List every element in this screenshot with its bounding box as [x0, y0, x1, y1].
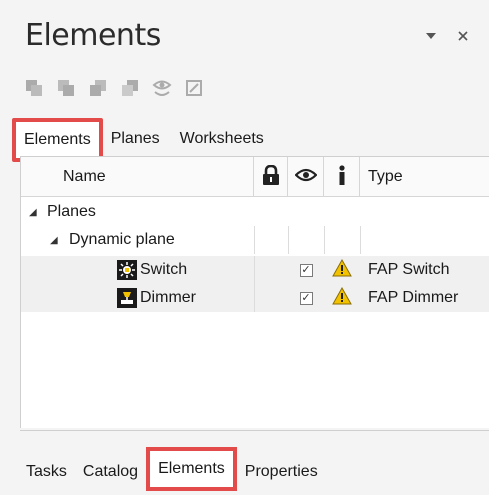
bring-to-front-icon[interactable]: [24, 78, 44, 98]
send-backward-icon[interactable]: [88, 78, 108, 98]
elements-grid: Name Type ◢ Planes ◢ Dynamic plane Switc…: [20, 156, 489, 428]
table-row[interactable]: Switch ✓ FAP Switch: [21, 256, 489, 284]
row-visibility-cell: ✓: [288, 284, 324, 312]
bottom-tabs: Tasks Catalog Elements Properties: [18, 447, 326, 492]
close-icon[interactable]: [455, 28, 471, 44]
info-icon: [337, 164, 347, 190]
edit-properties-icon[interactable]: [184, 78, 204, 98]
row-name-cell: Switch: [21, 256, 254, 284]
title-controls: [423, 28, 471, 44]
column-header-visibility[interactable]: [288, 157, 324, 197]
visibility-checkbox[interactable]: ✓: [299, 291, 313, 305]
row-name-cell: ◢ Dynamic plane: [21, 226, 254, 254]
row-name-cell: ◢ Planes: [21, 198, 254, 226]
table-row[interactable]: Dimmer ✓ FAP Dimmer: [21, 284, 489, 312]
row-visibility-cell: [288, 226, 324, 254]
row-lock-cell: [254, 256, 288, 284]
row-type-cell: FAP Dimmer: [368, 289, 459, 306]
tab-worksheets[interactable]: Worksheets: [168, 120, 272, 158]
warning-icon: [332, 258, 352, 282]
tab-properties[interactable]: Properties: [237, 452, 326, 492]
toolbar: [24, 78, 204, 98]
column-header-type[interactable]: Type: [360, 157, 489, 197]
bottom-separator: [20, 430, 489, 431]
tab-elements-bottom[interactable]: Elements: [146, 447, 237, 491]
column-header-info[interactable]: [324, 157, 360, 197]
lock-icon: [262, 164, 280, 190]
send-to-back-icon[interactable]: [120, 78, 140, 98]
row-type-cell: [360, 226, 489, 254]
row-type-cell: [254, 198, 489, 226]
tree-node-label: Dimmer: [140, 289, 196, 306]
eye-icon: [293, 168, 318, 187]
column-header-name[interactable]: Name: [21, 157, 254, 197]
dimmer-element-icon: [117, 288, 137, 313]
top-tabs: Elements Planes Worksheets: [12, 118, 272, 162]
row-name-cell: Dimmer: [21, 284, 254, 312]
tab-catalog[interactable]: Catalog: [75, 452, 146, 492]
switch-element-icon: [117, 260, 137, 285]
row-lock-cell: [254, 226, 288, 254]
tree-node-label: Switch: [140, 261, 188, 278]
bring-forward-icon[interactable]: [56, 78, 76, 98]
warning-icon: [332, 286, 352, 310]
dropdown-arrow-icon[interactable]: [423, 28, 439, 44]
tree-node-label: Dynamic plane: [69, 231, 175, 248]
column-header-lock[interactable]: [254, 157, 288, 197]
row-info-cell: [324, 284, 360, 312]
collapse-arrow-icon[interactable]: ◢: [29, 207, 37, 218]
grid-header: Name Type: [21, 157, 489, 197]
table-row[interactable]: ◢ Dynamic plane: [21, 226, 489, 254]
row-info-cell: [324, 256, 360, 284]
elements-panel: Elements Elements Planes Worksheets Name…: [0, 0, 489, 495]
panel-title: Elements: [25, 18, 161, 53]
tree-node-label: Planes: [47, 203, 96, 220]
row-lock-cell: [254, 284, 288, 312]
row-type-cell: FAP Switch: [368, 261, 450, 278]
tab-tasks[interactable]: Tasks: [18, 452, 75, 492]
tab-planes[interactable]: Planes: [103, 120, 168, 158]
table-row[interactable]: ◢ Planes: [21, 198, 489, 226]
row-info-cell: [324, 226, 360, 254]
row-visibility-cell: ✓: [288, 256, 324, 284]
collapse-arrow-icon[interactable]: ◢: [50, 235, 58, 246]
visibility-checkbox[interactable]: ✓: [299, 263, 313, 277]
visibility-toggle-icon[interactable]: [152, 78, 172, 98]
